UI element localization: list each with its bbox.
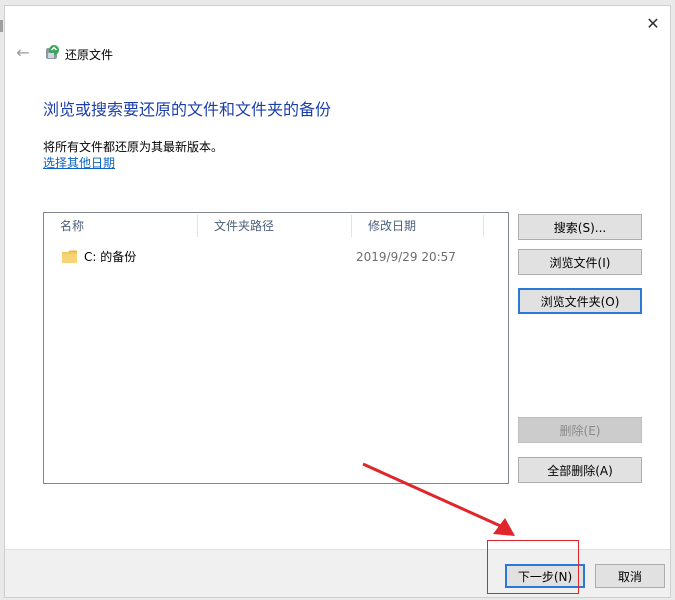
description-text: 将所有文件都还原为其最新版本。 bbox=[43, 140, 224, 154]
folder-icon bbox=[62, 250, 77, 263]
background-edge-left bbox=[0, 20, 3, 32]
column-separator bbox=[483, 215, 484, 237]
backup-restore-icon bbox=[46, 45, 59, 59]
restore-files-dialog: ✕ ← 还原文件 浏览或搜索要还原的文件和文件夹的备份 将所有文件都还原为其最新… bbox=[4, 5, 671, 598]
item-name: C: 的备份 bbox=[84, 250, 137, 264]
list-header: 名称 文件夹路径 修改日期 bbox=[44, 213, 508, 239]
close-button[interactable]: ✕ bbox=[642, 12, 664, 34]
browse-folders-button[interactable]: 浏览文件夹(O) bbox=[518, 288, 642, 314]
delete-all-button[interactable]: 全部删除(A) bbox=[518, 457, 642, 483]
back-button[interactable]: ← bbox=[13, 42, 33, 62]
delete-button: 删除(E) bbox=[518, 417, 642, 443]
search-button[interactable]: 搜索(S)... bbox=[518, 214, 642, 240]
backup-file-list[interactable]: 名称 文件夹路径 修改日期 C: 的备份 2019/9/29 20:57 bbox=[43, 212, 509, 484]
browse-files-button[interactable]: 浏览文件(I) bbox=[518, 249, 642, 275]
close-icon: ✕ bbox=[646, 13, 660, 33]
back-arrow-icon: ← bbox=[16, 42, 30, 62]
page-heading: 浏览或搜索要还原的文件和文件夹的备份 bbox=[43, 100, 332, 119]
item-modified-date: 2019/9/29 20:57 bbox=[356, 250, 456, 264]
cancel-button[interactable]: 取消 bbox=[595, 564, 665, 588]
column-header-name[interactable]: 名称 bbox=[44, 213, 196, 239]
dialog-footer: 下一步(N) 取消 bbox=[5, 549, 670, 597]
next-button[interactable]: 下一步(N) bbox=[505, 564, 585, 588]
column-header-folder-path[interactable]: 文件夹路径 bbox=[198, 213, 350, 239]
list-item[interactable]: C: 的备份 2019/9/29 20:57 bbox=[44, 246, 508, 268]
window-title: 还原文件 bbox=[65, 48, 114, 62]
choose-other-date-link[interactable]: 选择其他日期 bbox=[43, 154, 115, 171]
column-header-modified-date[interactable]: 修改日期 bbox=[352, 213, 482, 239]
